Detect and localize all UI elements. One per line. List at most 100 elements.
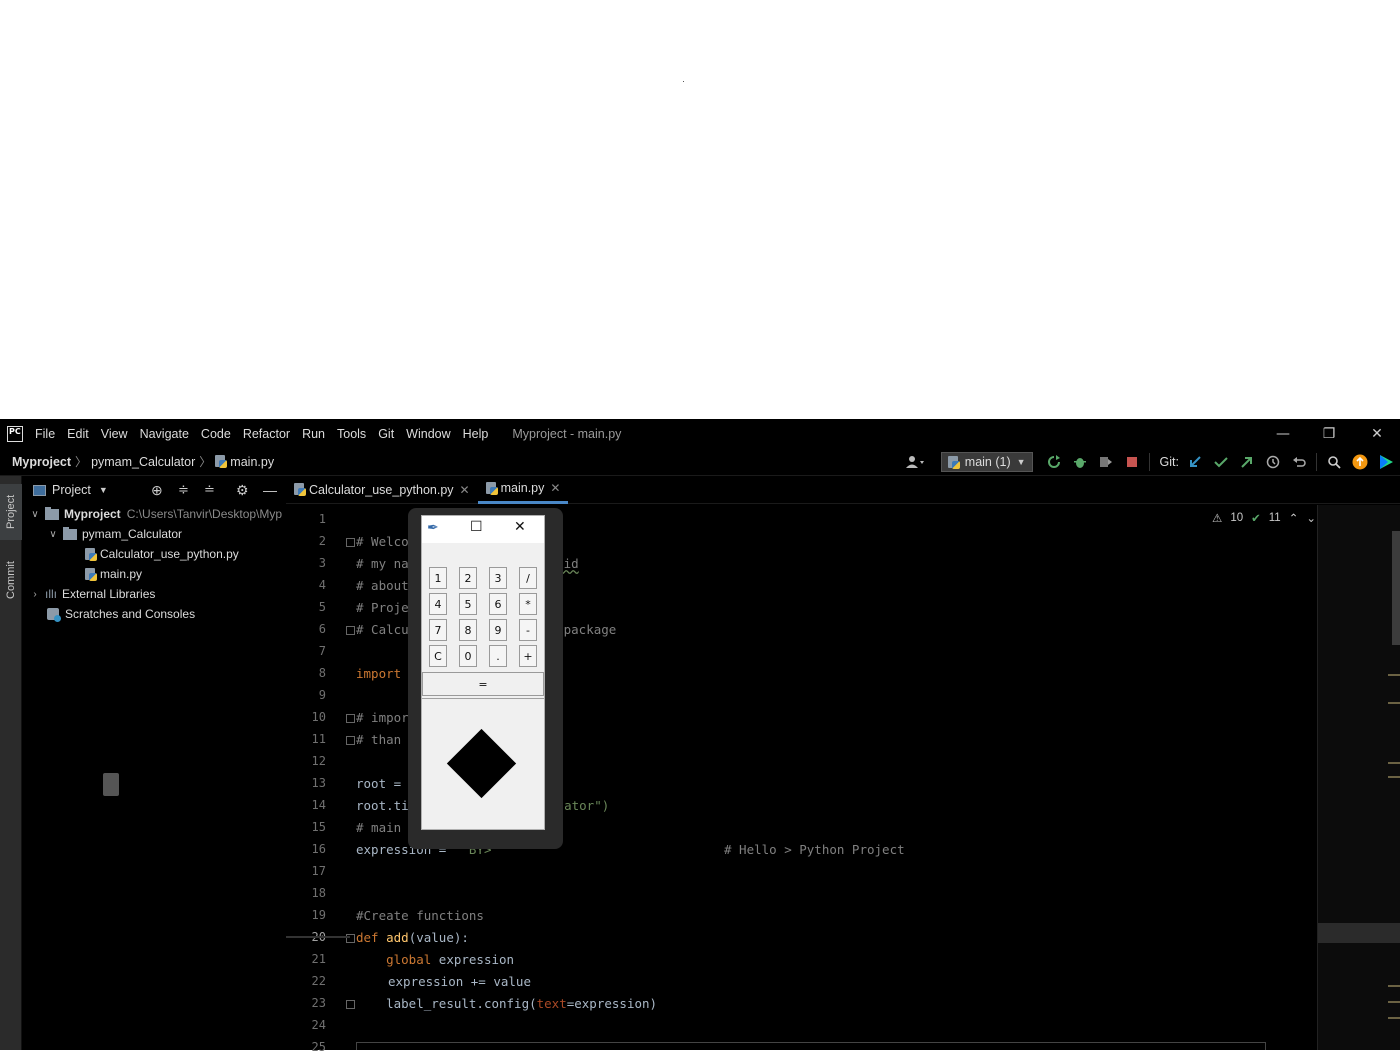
code-line: label_result.config(text=expression): [356, 996, 657, 1011]
chevron-down-icon[interactable]: ∨: [29, 509, 41, 520]
collapse-all-icon[interactable]: ≐: [204, 482, 215, 498]
expand-all-icon[interactable]: ≑: [178, 482, 189, 498]
tree-node-scratches[interactable]: Scratches and Consoles: [47, 604, 195, 624]
equals-button[interactable]: =: [422, 672, 544, 696]
stripe-tab-project[interactable]: Project: [0, 484, 22, 540]
chevron-right-icon[interactable]: ›: [29, 589, 41, 600]
menu-edit[interactable]: Edit: [67, 427, 89, 441]
menu-refactor[interactable]: Refactor: [243, 427, 290, 441]
calc-button-3[interactable]: 3: [489, 567, 507, 589]
desktop-dot: [683, 81, 684, 82]
maximize-icon[interactable]: ☐: [470, 519, 483, 535]
menu-window[interactable]: Window: [406, 427, 450, 441]
gear-icon[interactable]: ⚙: [236, 482, 249, 499]
line-number: 16: [311, 842, 326, 856]
user-account-icon[interactable]: [904, 454, 928, 470]
breadcrumb-project[interactable]: Myproject: [12, 455, 71, 469]
git-commit-icon[interactable]: [1213, 454, 1229, 470]
error-stripe-marker[interactable]: [1388, 776, 1400, 778]
calc-button-C[interactable]: C: [429, 645, 447, 667]
rerun-icon[interactable]: [1046, 454, 1062, 470]
calc-button-8[interactable]: 8: [459, 619, 477, 641]
error-stripe-marker[interactable]: [1388, 762, 1400, 764]
fold-marker-icon[interactable]: [346, 736, 355, 745]
git-update-icon[interactable]: [1187, 454, 1203, 470]
hide-panel-icon[interactable]: —: [263, 482, 277, 498]
stripe-tab-commit[interactable]: Commit: [0, 550, 22, 610]
close-icon[interactable]: ✕: [460, 483, 470, 497]
calc-button-7[interactable]: 7: [429, 619, 447, 641]
menu-view[interactable]: View: [101, 427, 128, 441]
menu-git[interactable]: Git: [378, 427, 394, 441]
close-icon[interactable]: ✕: [550, 481, 560, 495]
tree-node-file[interactable]: main.py: [85, 564, 142, 584]
debug-icon[interactable]: [1072, 454, 1088, 470]
run-configuration-selector[interactable]: main (1) ▼: [940, 452, 1033, 472]
calc-button-4[interactable]: 4: [429, 593, 447, 615]
library-icon: ıllı: [45, 587, 57, 601]
restore-button[interactable]: ❐: [1306, 419, 1352, 448]
rollback-icon[interactable]: [1291, 454, 1307, 470]
calc-button-5[interactable]: 5: [459, 593, 477, 615]
tab-main-py[interactable]: main.py ✕: [477, 476, 569, 504]
inspection-indicators[interactable]: ⚠ 10 ✔ 11 ⌃ ⌄: [1212, 511, 1316, 525]
plugin-logo-icon[interactable]: [1378, 454, 1394, 470]
tree-node-file[interactable]: Calculator_use_python.py: [85, 544, 239, 564]
git-push-icon[interactable]: [1239, 454, 1255, 470]
tab-calculator-use-python[interactable]: Calculator_use_python.py ✕: [286, 476, 478, 504]
fold-marker-icon[interactable]: [346, 1000, 355, 1009]
breadcrumb-folder[interactable]: pymam_Calculator: [91, 455, 195, 469]
coverage-icon[interactable]: [1098, 454, 1114, 470]
calc-button-9[interactable]: 9: [489, 619, 507, 641]
chevron-down-icon[interactable]: ⌄: [1306, 511, 1316, 525]
fold-marker-icon[interactable]: [346, 714, 355, 723]
menu-tools[interactable]: Tools: [337, 427, 366, 441]
menu-file[interactable]: File: [35, 427, 55, 441]
breadcrumb-separator-icon: 〉: [75, 455, 88, 469]
error-stripe-marker[interactable]: [1388, 1017, 1400, 1019]
project-panel-title[interactable]: Project: [52, 483, 91, 497]
menu-navigate[interactable]: Navigate: [140, 427, 189, 441]
search-icon[interactable]: [1326, 454, 1342, 470]
calc-button-.[interactable]: .: [489, 645, 507, 667]
close-icon[interactable]: ✕: [514, 519, 526, 535]
close-button[interactable]: ✕: [1354, 419, 1400, 448]
calc-button-/[interactable]: /: [519, 567, 537, 589]
line-number: 15: [311, 820, 326, 834]
breadcrumb-file[interactable]: main.py: [230, 455, 274, 469]
menu-code[interactable]: Code: [201, 427, 231, 441]
tree-node-folder[interactable]: ∨ pymam_Calculator: [47, 524, 182, 544]
calc-button-2[interactable]: 2: [459, 567, 477, 589]
ide-update-icon[interactable]: [1352, 454, 1368, 470]
calc-button-6[interactable]: 6: [489, 593, 507, 615]
line-number: 8: [318, 666, 326, 680]
error-stripe-marker[interactable]: [1388, 702, 1400, 704]
code-token: label_result.config(: [386, 996, 537, 1011]
line-number: 22: [311, 974, 326, 988]
stop-icon[interactable]: [1124, 454, 1140, 470]
code-token: def: [356, 930, 379, 945]
minimize-button[interactable]: —: [1260, 419, 1306, 448]
project-root-path: C:\Users\Tanvir\Desktop\Myp: [126, 507, 283, 521]
calc-button-0[interactable]: 0: [459, 645, 477, 667]
error-stripe-marker[interactable]: [1388, 1001, 1400, 1003]
calc-button-*[interactable]: *: [519, 593, 537, 615]
calc-button--[interactable]: -: [519, 619, 537, 641]
tree-node-project-root[interactable]: ∨ Myproject C:\Users\Tanvir\Desktop\Myp: [29, 504, 282, 524]
menu-bar: PC File Edit View Navigate Code Refactor…: [0, 419, 1400, 448]
fold-marker-icon[interactable]: [346, 626, 355, 635]
error-stripe-marker[interactable]: [1388, 674, 1400, 676]
locate-file-icon[interactable]: ⊕: [151, 482, 163, 499]
tree-node-external-libraries[interactable]: › ıllı External Libraries: [29, 584, 155, 604]
chevron-down-icon[interactable]: ∨: [47, 529, 59, 540]
fold-marker-icon[interactable]: [346, 538, 355, 547]
chevron-up-icon[interactable]: ⌃: [1289, 511, 1299, 525]
chevron-down-icon[interactable]: ▼: [99, 485, 108, 495]
menu-help[interactable]: Help: [463, 427, 489, 441]
history-icon[interactable]: [1265, 454, 1281, 470]
calc-button-+[interactable]: +: [519, 645, 537, 667]
error-stripe-marker[interactable]: [1388, 985, 1400, 987]
calc-button-1[interactable]: 1: [429, 567, 447, 589]
menu-run[interactable]: Run: [302, 427, 325, 441]
scrollbar-thumb[interactable]: [1392, 531, 1400, 645]
